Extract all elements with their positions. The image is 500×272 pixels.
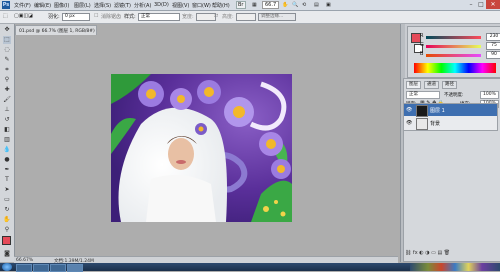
antialias-label: 消除锯齿 [101, 14, 122, 20]
layers-bottom-icons[interactable]: ⛓ fx ◐ ◑ ▭ ▤ 🗑 [405, 250, 450, 256]
height-label: 高度: [222, 14, 234, 20]
layers-list: 👁 图层 1 👁 背景 [403, 103, 498, 131]
menu-image[interactable]: 图像(I) [54, 2, 69, 9]
menu-file[interactable]: 文件(F) [14, 2, 31, 9]
history-brush-icon[interactable]: ↺ [3, 116, 11, 124]
menu-3d[interactable]: 3D(D) [154, 2, 169, 8]
menu-view[interactable]: 视图(V) [172, 2, 189, 9]
document-tab[interactable]: 01.psd @ 66.7% (图层 1, RGB/8#) [15, 25, 97, 35]
maximize-icon[interactable]: □ [476, 0, 486, 9]
b-slider[interactable] [426, 54, 481, 57]
foreground-color-swatch[interactable] [2, 236, 11, 245]
photoshop-logo: Ps [2, 1, 10, 9]
antialias-checkbox[interactable]: ☐ [94, 13, 98, 19]
options-bar: ⬚ ▢▣◫◪ 羽化: 0 px ☐ 消除锯齿 样式: 正常 宽度: ⇄ 高度: … [0, 11, 500, 24]
quick-mask-icon[interactable]: ◙ [3, 250, 11, 258]
blur-tool-icon[interactable]: 💧 [3, 146, 11, 154]
b-label: B [420, 51, 424, 57]
healing-brush-icon[interactable]: ✚ [3, 86, 11, 94]
right-panels: R 230 G 75 B 90 图层 通道 路径 正常 不透明度: 100% 锁… [400, 24, 500, 262]
width-input[interactable] [196, 13, 216, 21]
eyedropper-icon[interactable]: ⚲ [3, 76, 11, 84]
width-label: 宽度: [182, 14, 194, 20]
menu-analysis[interactable]: 分析(A) [134, 2, 151, 9]
tab-channels[interactable]: 通道 [424, 81, 439, 89]
layer-row[interactable]: 👁 背景 [404, 117, 497, 130]
arrange-documents-icon[interactable]: ▤ [314, 2, 319, 8]
window-controls: – □ ✕ [466, 0, 500, 10]
rotate-view-icon[interactable]: ⟲ [302, 2, 306, 8]
tab-paths[interactable]: 路径 [442, 81, 457, 89]
height-input[interactable] [236, 13, 256, 21]
layer-thumbnail [416, 118, 428, 130]
clone-stamp-icon[interactable]: ⊥ [3, 106, 11, 114]
zoom-tool-icon[interactable]: ⚲ [3, 226, 11, 234]
minimize-icon[interactable]: – [466, 0, 476, 9]
start-button[interactable] [2, 263, 12, 271]
menu-edit[interactable]: 编辑(E) [34, 2, 51, 9]
view-extras-icon[interactable]: ▦ [252, 2, 257, 8]
eye-icon[interactable]: 👁 [406, 120, 412, 126]
lasso-tool-icon[interactable]: ◌ [3, 46, 11, 54]
close-icon[interactable]: ✕ [486, 0, 500, 9]
hand-tool-icon[interactable]: ✋ [3, 216, 11, 224]
crop-tool-icon[interactable]: ⌗ [3, 66, 11, 74]
layer-name[interactable]: 图层 1 [430, 107, 445, 114]
g-value[interactable]: 75 [486, 42, 500, 50]
hand-tool-icon[interactable]: ✋ [282, 2, 288, 8]
type-tool-icon[interactable]: T [3, 176, 11, 184]
g-slider[interactable] [426, 45, 481, 48]
bridge-icon[interactable]: Br [236, 1, 246, 9]
feather-label: 羽化: [48, 14, 60, 20]
pen-tool-icon[interactable]: ✒ [3, 166, 11, 174]
3d-rotate-icon[interactable]: ↻ [3, 206, 11, 214]
screen-mode-icon[interactable]: ▣ [326, 2, 331, 8]
bride-flowers-image [111, 74, 292, 222]
selection-mode-icons[interactable]: ▢▣◫◪ [14, 13, 33, 19]
document-tab-title: 01.psd @ 66.7% (图层 1, RGB/8#) [19, 29, 95, 34]
g-label: G [420, 42, 424, 48]
b-value[interactable]: 90 [486, 51, 500, 59]
menu-select[interactable]: 选择(S) [94, 2, 111, 9]
menu-filter[interactable]: 滤镜(T) [114, 2, 131, 9]
blend-mode-select[interactable]: 正常 [406, 91, 440, 99]
dodge-tool-icon[interactable]: ● [3, 156, 11, 164]
menu-window[interactable]: 窗口(W) [192, 2, 211, 9]
marquee-tool-icon[interactable]: ⬚ [3, 13, 8, 19]
r-label: R [420, 33, 424, 39]
style-select[interactable]: 正常 [138, 13, 180, 21]
shape-tool-icon[interactable]: ▭ [3, 196, 11, 204]
refine-edge-button[interactable]: 调整边缘... [258, 13, 296, 21]
r-slider[interactable] [426, 36, 481, 39]
menu-bar: Ps 文件(F) 编辑(E) 图像(I) 图层(L) 选择(S) 滤镜(T) 分… [0, 0, 500, 11]
menu-help[interactable]: 帮助(H) [212, 2, 230, 9]
color-spectrum-bar[interactable] [414, 63, 496, 73]
move-tool-icon[interactable]: ✥ [3, 26, 11, 34]
zoom-tool-icon[interactable]: 🔍 [292, 2, 298, 8]
color-panel: R 230 G 75 B 90 [407, 26, 500, 78]
zoom-level-field[interactable]: 66.7 [262, 1, 280, 9]
layer-thumbnail [416, 105, 428, 117]
opacity-label: 不透明度: [444, 93, 464, 98]
tab-layers[interactable]: 图层 [406, 81, 421, 89]
taskbar-tray [410, 263, 500, 271]
windows-taskbar [0, 263, 500, 272]
r-value[interactable]: 230 [486, 33, 500, 41]
opacity-input[interactable]: 100% [480, 91, 499, 99]
eye-icon[interactable]: 👁 [406, 107, 412, 113]
eraser-tool-icon[interactable]: ◧ [3, 126, 11, 134]
gradient-tool-icon[interactable]: ▥ [3, 136, 11, 144]
feather-input[interactable]: 0 px [62, 13, 90, 21]
style-label: 样式: [124, 14, 136, 20]
layer-row[interactable]: 👁 图层 1 [404, 104, 497, 117]
menu-layer[interactable]: 图层(L) [74, 2, 91, 9]
layer-name[interactable]: 背景 [430, 120, 440, 127]
tools-panel: ✥ ⬚ ◌ ✎ ⌗ ⚲ ✚ 🖌 ⊥ ↺ ◧ ▥ 💧 ● ✒ T ➤ ▭ ↻ ✋ … [0, 24, 15, 262]
brush-tool-icon[interactable]: 🖌 [3, 96, 11, 104]
document-canvas[interactable] [111, 74, 292, 222]
quick-selection-icon[interactable]: ✎ [3, 56, 11, 64]
swap-icon[interactable]: ⇄ [214, 13, 218, 19]
rectangular-marquee-icon[interactable]: ⬚ [3, 36, 11, 44]
path-selection-icon[interactable]: ➤ [3, 186, 11, 194]
